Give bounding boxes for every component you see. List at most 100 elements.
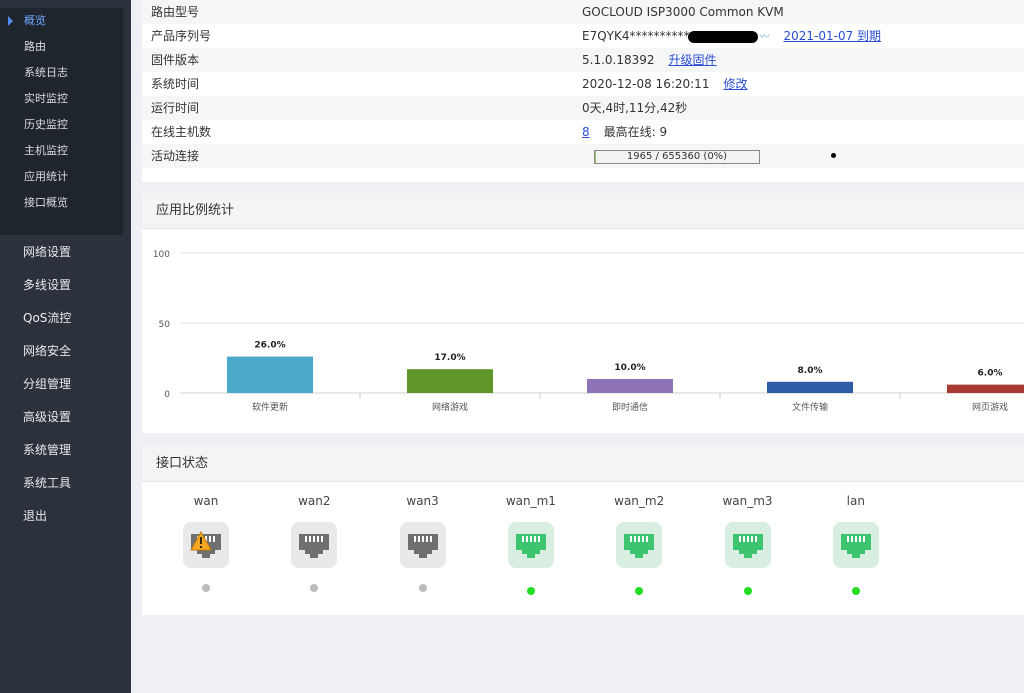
interface-wan[interactable]: wan — [161, 494, 251, 592]
interface-status-panel: 接口状态 wan wan2 wan3 wan_m1 wan_m2 wan_m3 lan — [142, 446, 1024, 615]
ethernet-port-icon[interactable] — [183, 522, 229, 568]
info-row-serial: 产品序列号 E7QYK4********** 〰 2021-01-07 到期 — [142, 24, 1024, 48]
sidebar-item-system-log[interactable]: 系统日志 — [0, 60, 123, 86]
sidebar-item-network-security[interactable]: 网络安全 — [0, 335, 131, 368]
bar — [587, 379, 673, 393]
sidebar-item-overview[interactable]: 概览 — [0, 8, 123, 34]
sidebar: 概览 路由 系统日志 实时监控 历史监控 主机监控 应用统计 接口概览 网络设置… — [0, 0, 131, 693]
chart-area: 0 50 100 26.0% 软件更新 17.0% 网络游戏 10.0% 即时通信 8.0% 文件传… — [142, 230, 1024, 430]
firmware-label: 固件版本 — [151, 53, 200, 67]
upgrade-firmware-link[interactable]: 升级固件 — [669, 53, 717, 67]
online-hosts-link[interactable]: 8 — [582, 125, 590, 139]
sidebar-item-label: 路由 — [24, 40, 46, 53]
serial-label: 产品序列号 — [151, 29, 212, 43]
sidebar-item-logout[interactable]: 退出 — [0, 500, 131, 533]
info-row-time: 系统时间 2020-12-08 16:20:11 修改 — [142, 72, 1024, 96]
redaction-mark — [687, 30, 758, 43]
connections-value: 1965 / 655360 (0%) — [626, 151, 728, 162]
sidebar-item-label: 历史监控 — [24, 118, 68, 131]
interface-wan-m3[interactable]: wan_m3 — [703, 494, 793, 595]
interface-wan-m1[interactable]: wan_m1 — [486, 494, 576, 595]
y-tick-label: 0 — [164, 390, 170, 400]
hosts-label: 在线主机数 — [151, 125, 212, 139]
max-online-value: 9 — [659, 125, 668, 139]
sidebar-item-label: 接口概览 — [24, 196, 68, 209]
bar-value-label: 8.0% — [798, 366, 823, 376]
x-tick-label: 软件更新 — [252, 401, 288, 413]
link-status-dot — [310, 584, 319, 592]
ethernet-port-icon[interactable] — [399, 522, 446, 568]
info-row-hosts: 在线主机数 8 最高在线: 9 — [142, 120, 1024, 144]
interface-name: wan2 — [298, 494, 331, 508]
interface-status-title: 接口状态 — [142, 446, 1024, 482]
ethernet-port-icon[interactable] — [616, 522, 663, 568]
time-label: 系统时间 — [151, 77, 200, 91]
link-status-dot — [418, 584, 427, 592]
sidebar-item-network-settings[interactable]: 网络设置 — [0, 236, 131, 269]
bar — [947, 384, 1024, 393]
y-tick-label: 100 — [153, 250, 170, 260]
license-expire-link[interactable]: 2021-01-07 到期 — [784, 29, 882, 43]
sidebar-item-realtime-monitor[interactable]: 实时监控 — [0, 86, 123, 112]
firmware-value: 5.1.0.18392 — [582, 53, 655, 67]
warning-icon — [190, 531, 212, 551]
interface-name: wan_m1 — [505, 494, 556, 508]
interface-name: wan — [193, 494, 219, 508]
sidebar-item-system-tools[interactable]: 系统工具 — [0, 467, 131, 500]
sidebar-item-label: 主机监控 — [24, 144, 68, 157]
app-ratio-bar-chart: 0 50 100 26.0% 软件更新 17.0% 网络游戏 10.0% 即时通信 8.0% 文件传… — [153, 250, 1024, 413]
ethernet-port-icon[interactable] — [832, 522, 879, 568]
modify-time-link[interactable]: 修改 — [723, 77, 747, 91]
connections-progress-bar: 1965 / 655360 (0%) — [594, 150, 760, 164]
ethernet-port-glyph — [840, 534, 871, 558]
bar-value-label: 10.0% — [614, 363, 645, 373]
ethernet-port-icon[interactable] — [507, 522, 554, 568]
app-ratio-title: 应用比例统计 — [142, 193, 1024, 229]
sidebar-item-group-management[interactable]: 分组管理 — [0, 368, 131, 401]
wave-icon: 〰 — [759, 32, 770, 43]
main-menu: 网络设置 多线设置 QoS流控 网络安全 分组管理 高级设置 系统管理 系统工具… — [0, 236, 131, 533]
x-tick-label: 即时通信 — [612, 401, 648, 413]
overview-submenu: 概览 路由 系统日志 实时监控 历史监控 主机监控 应用统计 接口概览 — [0, 8, 123, 235]
sidebar-item-system-management[interactable]: 系统管理 — [0, 434, 131, 467]
interface-name: lan — [846, 494, 865, 508]
model-value: GOCLOUD ISP3000 Common KVM — [582, 5, 784, 19]
interface-wan-m2[interactable]: wan_m2 — [594, 494, 684, 595]
sidebar-item-multiline-settings[interactable]: 多线设置 — [0, 269, 131, 302]
app-ratio-panel: 应用比例统计 0 50 100 26.0% 软件更新 17.0% 网络游戏 10.0% 即时通信… — [142, 193, 1024, 433]
sidebar-item-interface-overview[interactable]: 接口概览 — [0, 190, 123, 216]
interface-name: wan_m2 — [614, 494, 665, 508]
interface-wan2[interactable]: wan2 — [269, 494, 359, 592]
link-status-dot — [202, 584, 210, 592]
ethernet-port-glyph — [407, 534, 438, 558]
ethernet-port-glyph — [732, 534, 763, 558]
sidebar-item-qos[interactable]: QoS流控 — [0, 302, 131, 335]
sidebar-item-advanced-settings[interactable]: 高级设置 — [0, 401, 131, 434]
info-row-firmware: 固件版本 5.1.0.18392 升级固件 — [142, 48, 1024, 72]
ethernet-port-icon[interactable] — [291, 522, 338, 568]
bar-value-label: 6.0% — [978, 369, 1003, 379]
link-status-dot — [851, 587, 860, 595]
y-tick-label: 50 — [159, 320, 171, 330]
main-content: 路由型号 GOCLOUD ISP3000 Common KVM 产品序列号 E7… — [131, 0, 1024, 693]
active-arrow-icon — [8, 16, 13, 26]
uptime-label: 运行时间 — [151, 101, 200, 115]
system-info-panel: 路由型号 GOCLOUD ISP3000 Common KVM 产品序列号 E7… — [142, 0, 1024, 182]
ethernet-port-icon[interactable] — [724, 522, 771, 568]
sidebar-item-app-stats[interactable]: 应用统计 — [0, 164, 123, 190]
interface-lan[interactable]: lan — [811, 494, 901, 595]
sidebar-item-label: 概览 — [24, 14, 46, 27]
sidebar-item-history-monitor[interactable]: 历史监控 — [0, 112, 123, 138]
info-row-uptime: 运行时间 0天,4时,11分,42秒 — [142, 96, 1024, 120]
sidebar-item-host-monitor[interactable]: 主机监控 — [0, 138, 123, 164]
interface-name: wan3 — [406, 494, 439, 508]
status-dot — [831, 153, 836, 158]
sidebar-item-label: 应用统计 — [24, 170, 68, 183]
sidebar-item-route[interactable]: 路由 — [0, 34, 123, 60]
link-status-dot — [743, 587, 752, 595]
time-value: 2020-12-08 16:20:11 — [582, 77, 710, 91]
ethernet-port-glyph — [624, 534, 655, 558]
max-online-label: 最高在线: — [603, 125, 656, 139]
interface-wan3[interactable]: wan3 — [378, 494, 468, 592]
info-row-model: 路由型号 GOCLOUD ISP3000 Common KVM — [142, 0, 1024, 24]
